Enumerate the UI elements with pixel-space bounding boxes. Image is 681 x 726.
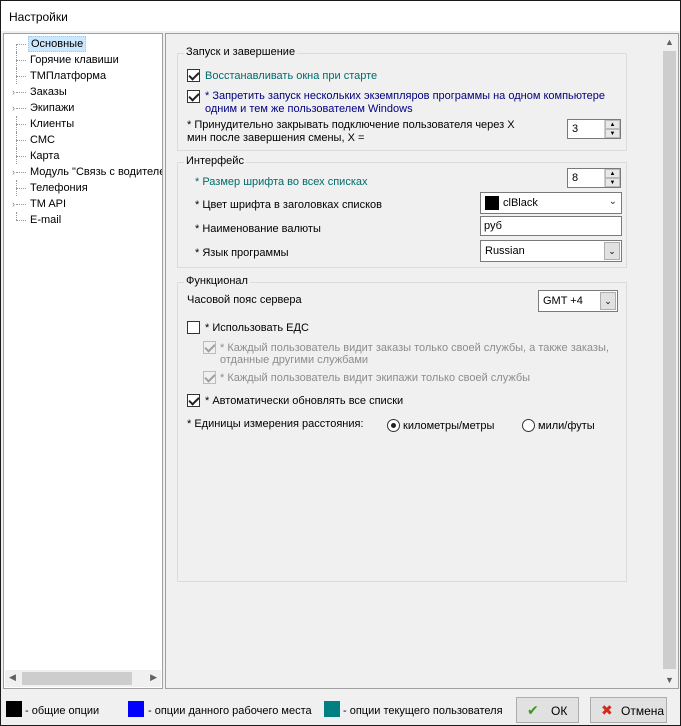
legend-workstation-label: - опции данного рабочего места	[148, 705, 312, 717]
startup-group-title: Запуск и завершение	[184, 46, 298, 58]
spinner-value: 8	[572, 172, 579, 184]
tree-item-sms[interactable]: СМС	[4, 132, 162, 148]
use-eds-label: * Использовать ЕДС	[205, 322, 309, 334]
auto-refresh-checkbox[interactable]	[187, 394, 200, 407]
currency-input[interactable]: руб	[480, 216, 622, 236]
header-color-value: clBlack	[503, 197, 538, 209]
own-orders-checkbox[interactable]	[203, 341, 216, 354]
tree-item-label: Клиенты	[30, 118, 75, 130]
legend-user-label: - опции текущего пользователя	[343, 705, 503, 717]
font-size-spinner[interactable]: 8 ▲ ▼	[567, 168, 621, 188]
force-close-label-line2: мин после завершения смены, X =	[187, 132, 365, 144]
own-orders-label-line2: отданные другими службами	[220, 354, 369, 366]
close-icon: ✖	[601, 702, 613, 718]
color-swatch	[485, 196, 499, 210]
check-icon: ✔	[527, 702, 539, 718]
functional-group-title: Функционал	[184, 275, 250, 287]
restore-windows-checkbox[interactable]	[187, 69, 200, 82]
spin-down-icon[interactable]: ▼	[605, 129, 620, 138]
tree-item-telephony[interactable]: Телефония	[4, 180, 162, 196]
spinner-value: 3	[572, 123, 579, 135]
tree-item-clients[interactable]: Клиенты	[4, 116, 162, 132]
interface-group-title: Интерфейс	[184, 155, 246, 167]
language-label: * Язык программы	[195, 247, 289, 259]
units-radio-metric-label: километры/метры	[403, 420, 495, 432]
panel-vertical-scrollbar[interactable]: ▲ ▼	[661, 34, 678, 688]
scroll-right-icon[interactable]: ▶	[150, 672, 157, 683]
tree-item-main[interactable]: Основные	[4, 36, 162, 52]
tree-horizontal-scrollbar[interactable]: ◀ ▶	[5, 670, 161, 687]
tree-item-label: E-mail	[30, 214, 62, 226]
auto-refresh-label: * Автоматически обновлять все списки	[205, 395, 404, 407]
units-radio-imperial-label: мили/футы	[538, 420, 595, 432]
force-close-label-line1: * Принудительно закрывать подключение по…	[187, 119, 515, 131]
chevron-down-icon[interactable]: ⌄	[609, 196, 617, 207]
units-radio-imperial[interactable]	[522, 419, 535, 432]
settings-tree[interactable]: Основные Горячие клавиши ТМПлатформа › З…	[3, 33, 163, 689]
units-label: * Единицы измерения расстояния:	[187, 418, 364, 430]
scroll-down-icon[interactable]: ▼	[665, 675, 674, 685]
tree-item-label: Заказы	[30, 86, 67, 98]
chevron-down-icon[interactable]: ⌄	[600, 292, 616, 310]
tree-item-label: Основные	[28, 36, 87, 52]
tree-item-hotkeys[interactable]: Горячие клавиши	[4, 52, 162, 68]
font-size-label: * Размер шрифта во всех списках	[195, 176, 368, 188]
scroll-thumb[interactable]	[22, 672, 132, 685]
tree-item-label: Телефония	[30, 182, 88, 194]
tree-item-crews[interactable]: › Экипажи	[4, 100, 162, 116]
spin-down-icon[interactable]: ▼	[605, 178, 620, 187]
spin-up-icon[interactable]: ▲	[605, 120, 620, 129]
scroll-thumb[interactable]	[663, 51, 676, 669]
currency-value: руб	[484, 220, 502, 232]
force-close-minutes-spinner[interactable]: 3 ▲ ▼	[567, 119, 621, 139]
tree-item-label: Модуль "Связь с водителем"	[30, 166, 163, 178]
chevron-down-icon[interactable]: ⌄	[604, 242, 620, 260]
timezone-select[interactable]: GMT +4 ⌄	[538, 290, 618, 312]
tree-item-driver-module[interactable]: › Модуль "Связь с водителем"	[4, 164, 162, 180]
ok-button-label: ОК	[551, 704, 568, 718]
tree-item-label: Горячие клавиши	[30, 54, 119, 66]
legend-general-label: - общие опции	[25, 705, 100, 717]
tree-item-label: СМС	[30, 134, 55, 146]
timezone-value: GMT +4	[543, 295, 583, 307]
cancel-button-label: Отмена	[621, 704, 665, 718]
tree-item-label: TM API	[30, 198, 67, 210]
tree-item-label: Экипажи	[30, 102, 75, 114]
use-eds-checkbox[interactable]	[187, 321, 200, 334]
tree-item-label: ТМПлатформа	[30, 70, 107, 82]
tree-item-map[interactable]: Карта	[4, 148, 162, 164]
scroll-up-icon[interactable]: ▲	[665, 37, 674, 47]
single-instance-label-line2: одним и тем же пользователем Windows	[205, 103, 413, 115]
language-value: Russian	[485, 245, 525, 257]
currency-label: * Наименование валюты	[195, 223, 321, 235]
spin-up-icon[interactable]: ▲	[605, 169, 620, 178]
timezone-label: Часовой пояс сервера	[187, 294, 302, 306]
window-title: Настройки	[1, 1, 680, 31]
scroll-left-icon[interactable]: ◀	[9, 672, 16, 683]
legend-swatch-workstation	[128, 701, 144, 717]
settings-window: Настройки Основные Горячие клавиши ТМПла…	[0, 0, 681, 726]
language-select[interactable]: Russian ⌄	[480, 240, 622, 262]
restore-windows-label: Восстанавливать окна при старте	[205, 70, 378, 82]
own-orders-label-line1: * Каждый пользователь видит заказы тольк…	[220, 342, 609, 354]
single-instance-label-line1: * Запретить запуск нескольких экземпляро…	[205, 90, 606, 102]
tree-item-label: Карта	[30, 150, 60, 162]
header-color-select[interactable]: clBlack ⌄	[480, 192, 622, 214]
own-crews-label: * Каждый пользователь видит экипажи толь…	[220, 372, 531, 384]
single-instance-checkbox[interactable]	[187, 90, 200, 103]
legend-swatch-user	[324, 701, 340, 717]
own-crews-checkbox[interactable]	[203, 371, 216, 384]
legend-swatch-general	[6, 701, 22, 717]
ok-button[interactable]: ✔ ОК	[516, 697, 579, 723]
tree-item-tmapi[interactable]: › TM API	[4, 196, 162, 212]
tree-item-orders[interactable]: › Заказы	[4, 84, 162, 100]
units-radio-metric[interactable]	[387, 419, 400, 432]
tree-item-email[interactable]: E-mail	[4, 212, 162, 228]
header-color-label: * Цвет шрифта в заголовках списков	[195, 199, 382, 211]
cancel-button[interactable]: ✖ Отмена	[590, 697, 667, 723]
settings-panel: Запуск и завершение Восстанавливать окна…	[165, 33, 679, 689]
tree-item-tmplatform[interactable]: ТМПлатформа	[4, 68, 162, 84]
